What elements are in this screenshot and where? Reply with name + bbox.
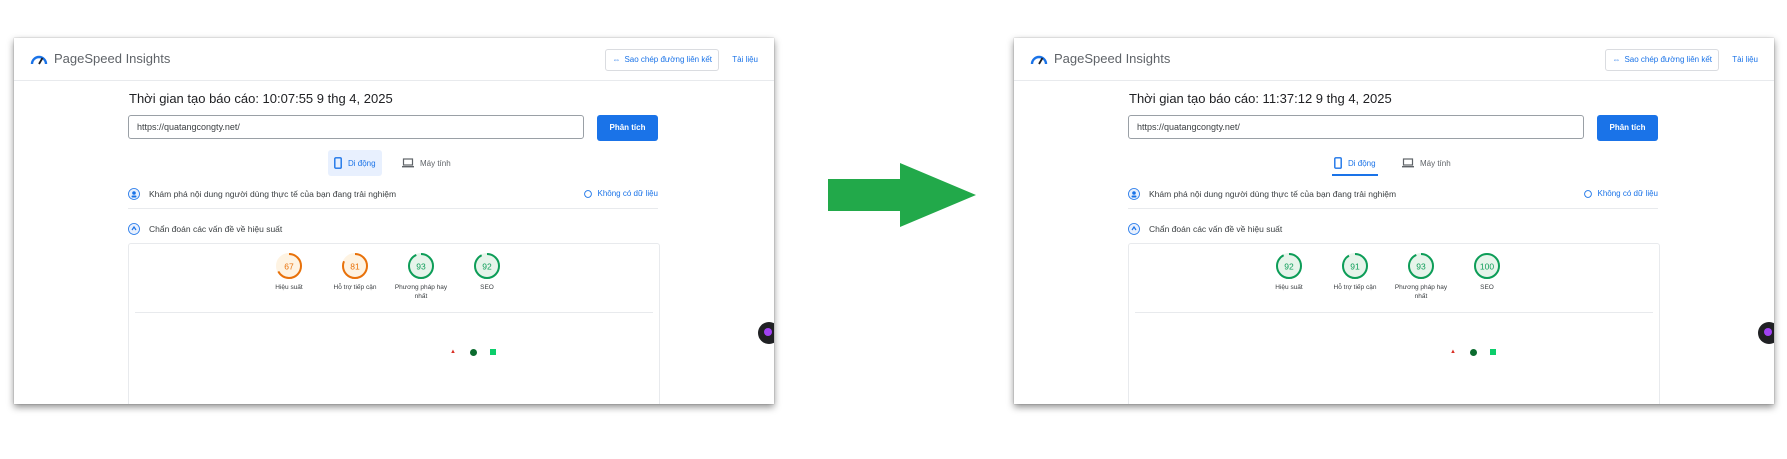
tab-desktop-label: Máy tính [420,158,451,168]
score-gauges: 92 Hiệu suất 91 Hỗ trợ tiếp cận 93 Phươn… [1259,252,1517,301]
tab-desktop[interactable]: Máy tính [1396,150,1457,176]
docs-link[interactable]: Tài liệu [732,55,758,64]
legend-pass-icon [1489,348,1497,356]
gauge-icon [128,223,140,235]
score-ring: 93 [1408,253,1434,279]
score-label: Hiệu suất [1275,284,1303,291]
diagnose-text: Chẩn đoán các vấn đề về hiệu suất [1149,224,1283,234]
chat-bubble-icon[interactable] [1758,322,1774,344]
app-title: PageSpeed Insights [54,51,171,66]
field-data-text: Khám phá nội dung người dùng thực tế của… [149,189,397,199]
score-label: Hiệu suất [275,284,303,291]
field-data-row: Khám phá nội dung người dùng thực tế của… [1128,182,1658,209]
score-ring: 92 [474,253,500,279]
score-gauge[interactable]: 92 Hiệu suất [1259,252,1319,301]
laptop-icon [402,158,414,168]
docs-link[interactable]: Tài liệu [1732,55,1758,64]
app-title: PageSpeed Insights [1054,51,1171,66]
score-label: Hỗ trợ tiếp cận [1333,284,1377,291]
arrow-right-icon [828,163,976,227]
field-data-row: Khám phá nội dung người dùng thực tế của… [128,182,658,209]
url-input[interactable] [128,115,584,139]
users-icon [1128,188,1140,200]
svg-text:91: 91 [1350,262,1360,272]
score-label: Hỗ trợ tiếp cận [333,284,377,291]
score-gauge[interactable]: 100 SEO [1457,252,1517,301]
score-label: Phương pháp hay nhất [1394,284,1448,300]
analyze-button[interactable]: Phân tích [597,115,658,141]
score-gauges: 67 Hiệu suất 81 Hỗ trợ tiếp cận 93 Phươn… [259,252,517,301]
score-ring: 81 [342,253,368,279]
report-time: Thời gian tạo báo cáo: 10:07:55 9 thg 4,… [129,91,393,106]
info-icon [584,189,593,198]
no-data-label: Không có dữ liệu [597,189,658,198]
no-data-label: Không có dữ liệu [1597,189,1658,198]
chat-bubble-icon[interactable] [758,322,774,344]
tab-desktop-label: Máy tính [1420,158,1451,168]
diagnose-text: Chẩn đoán các vấn đề về hiệu suất [149,224,283,234]
score-gauge[interactable]: 91 Hỗ trợ tiếp cận [1325,252,1385,301]
pagespeed-logo-icon [30,55,48,65]
field-data-text: Khám phá nội dung người dùng thực tế của… [1149,189,1397,199]
score-ring: 100 [1474,253,1500,279]
card-divider [1135,312,1653,313]
tab-mobile[interactable]: Di động [1328,150,1382,176]
score-label: SEO [480,284,494,291]
top-bar: PageSpeed Insights ⇔ Sao chép đường liên… [14,38,774,81]
report-time: Thời gian tạo báo cáo: 11:37:12 9 thg 4,… [1129,91,1392,106]
no-data-link[interactable]: Không có dữ liệu [584,189,658,198]
svg-text:93: 93 [416,262,426,272]
legend-pass-icon [489,348,497,356]
report-screenshot-before: PageSpeed Insights ⇔ Sao chép đường liên… [14,38,774,404]
link-icon: ⇔ [1612,55,1621,64]
svg-text:92: 92 [1284,262,1294,272]
tab-desktop[interactable]: Máy tính [396,150,457,176]
tab-mobile[interactable]: Di động [328,150,382,176]
gauge-icon [1128,223,1140,235]
no-data-link[interactable]: Không có dữ liệu [1584,189,1658,198]
svg-text:81: 81 [350,262,360,272]
card-divider [135,312,653,313]
link-icon: ⇔ [612,55,621,64]
url-input[interactable] [1128,115,1584,139]
top-bar: PageSpeed Insights ⇔ Sao chép đường liên… [1014,38,1774,81]
laptop-icon [1402,158,1414,168]
copy-link-label: Sao chép đường liên kết [1624,55,1712,64]
legend-fail-icon: ▲ [1450,349,1456,355]
info-icon [1584,189,1593,198]
pagespeed-logo-icon [1030,55,1048,65]
report-screenshot-after: PageSpeed Insights ⇔ Sao chép đường liên… [1014,38,1774,404]
scores-card: 92 Hiệu suất 91 Hỗ trợ tiếp cận 93 Phươn… [1128,243,1660,404]
copy-link-button[interactable]: ⇔ Sao chép đường liên kết [1605,49,1719,71]
tab-mobile-label: Di động [1348,158,1376,168]
legend-average-icon [1469,348,1477,356]
score-gauge[interactable]: 93 Phương pháp hay nhất [391,252,451,301]
copy-link-label: Sao chép đường liên kết [624,55,712,64]
copy-link-button[interactable]: ⇔ Sao chép đường liên kết [605,49,719,71]
scores-card: 67 Hiệu suất 81 Hỗ trợ tiếp cận 93 Phươn… [128,243,660,404]
svg-text:92: 92 [482,262,492,272]
score-ring: 93 [408,253,434,279]
score-legend: ▲ [449,348,497,356]
svg-text:67: 67 [284,262,294,272]
score-gauge[interactable]: 93 Phương pháp hay nhất [1391,252,1451,301]
users-icon [128,188,140,200]
svg-text:100: 100 [1480,262,1494,272]
legend-average-icon [469,348,477,356]
score-gauge[interactable]: 81 Hỗ trợ tiếp cận [325,252,385,301]
score-ring: 92 [1276,253,1302,279]
legend-fail-icon: ▲ [450,349,456,355]
score-label: SEO [1480,284,1494,291]
phone-icon [1334,157,1342,169]
tab-mobile-label: Di động [348,158,376,168]
score-legend: ▲ [1449,348,1497,356]
svg-text:93: 93 [1416,262,1426,272]
score-gauge[interactable]: 92 SEO [457,252,517,301]
score-ring: 91 [1342,253,1368,279]
analyze-button[interactable]: Phân tích [1597,115,1658,141]
score-gauge[interactable]: 67 Hiệu suất [259,252,319,301]
phone-icon [334,157,342,169]
score-ring: 67 [276,253,302,279]
score-label: Phương pháp hay nhất [394,284,448,300]
